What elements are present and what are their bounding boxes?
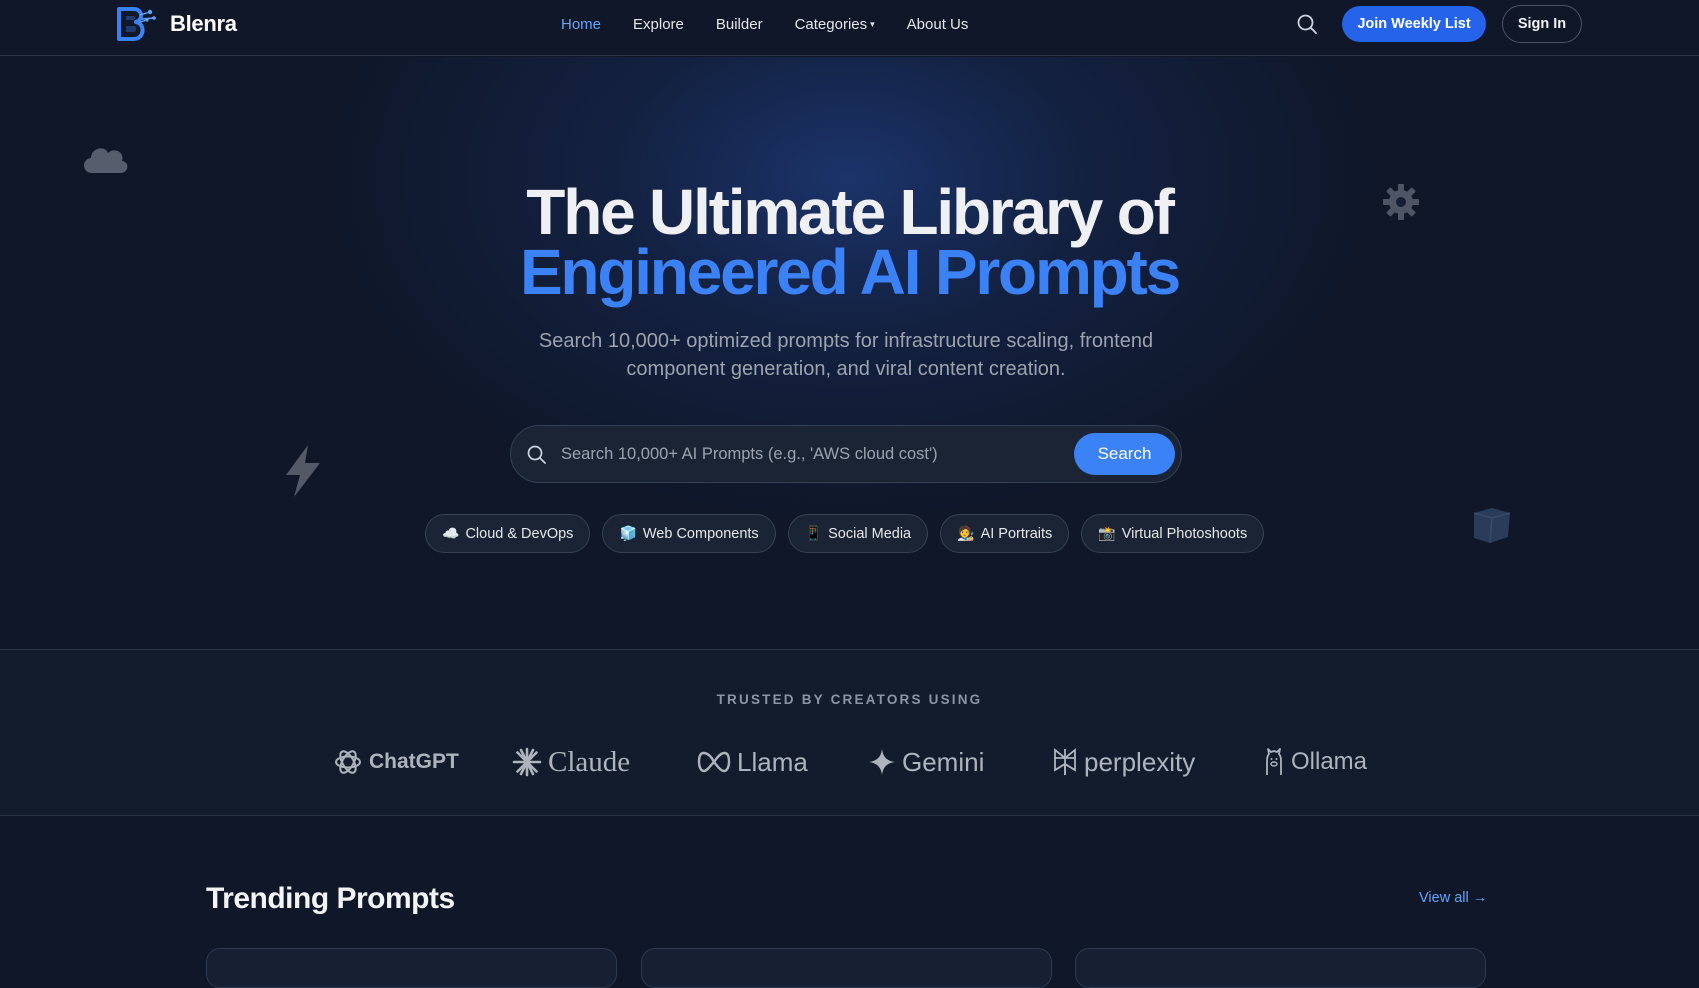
hero-title-line2: Engineered AI Prompts — [519, 236, 1181, 308]
claude-sparkle-icon — [512, 747, 542, 777]
camera-emoji-icon: 📸 — [1098, 525, 1116, 541]
nav-categories-label: Categories — [794, 15, 868, 33]
cloud-emoji-icon: ☁️ — [442, 525, 460, 541]
cloud-icon — [83, 148, 128, 173]
logo-ollama-text: Ollama — [1291, 748, 1368, 775]
logo-perplexity-text: perplexity — [1084, 746, 1196, 777]
sign-in-button[interactable]: Sign In — [1502, 5, 1582, 43]
nav-about[interactable]: About Us — [907, 16, 969, 33]
search-input[interactable] — [559, 434, 1059, 474]
hero-subtitle: Search 10,000+ optimized prompts for inf… — [538, 330, 1154, 380]
nav-builder[interactable]: Builder — [716, 16, 763, 33]
prompt-card[interactable] — [1075, 948, 1486, 988]
trusted-by-section: TRUSTED BY CREATORS USING ChatGPT Claude… — [0, 649, 1699, 816]
artist-emoji-icon: 🧑‍🎨 — [957, 525, 975, 541]
brand-logo-icon — [117, 7, 156, 41]
join-weekly-list-button[interactable]: Join Weekly List — [1342, 6, 1486, 42]
cube-icon — [1473, 508, 1511, 544]
chip-web-components[interactable]: 🧊 Web Components — [602, 514, 776, 553]
chip-ai-portraits[interactable]: 🧑‍🎨 AI Portraits — [940, 514, 1070, 553]
chip-label: Virtual Photoshoots — [1121, 525, 1248, 542]
perplexity-icon — [1054, 748, 1076, 775]
chip-virtual-photoshoots[interactable]: 📸 Virtual Photoshoots — [1081, 514, 1265, 553]
nav-explore[interactable]: Explore — [633, 16, 684, 33]
meta-infinity-icon — [697, 751, 731, 773]
logo-ollama: Ollama — [1263, 742, 1367, 782]
hero-title: The Ultimate Library of Engineered AI Pr… — [0, 176, 1699, 308]
logo-perplexity: perplexity — [1052, 742, 1195, 782]
logo-chatgpt: ChatGPT — [333, 742, 459, 782]
prompt-card[interactable] — [206, 948, 617, 988]
lightning-icon — [286, 445, 320, 497]
main-nav: Home Explore Builder Categories ▾ About U… — [561, 0, 968, 48]
logo-llama-text: Llama — [737, 746, 808, 777]
brand[interactable]: Blenra — [116, 7, 237, 41]
view-all-link[interactable]: View all → — [1419, 890, 1487, 906]
chevron-down-icon: ▾ — [870, 19, 875, 30]
logo-gemini-text: Gemini — [902, 746, 985, 777]
chip-label: Social Media — [828, 525, 912, 542]
chip-label: AI Portraits — [980, 525, 1053, 542]
chip-cloud-devops[interactable]: ☁️ Cloud & DevOps — [425, 514, 591, 553]
logo-chatgpt-text: ChatGPT — [369, 750, 459, 773]
nav-home[interactable]: Home — [561, 16, 601, 33]
chip-label: Cloud & DevOps — [465, 525, 574, 542]
cube-emoji-icon: 🧊 — [619, 525, 637, 541]
chip-social-media[interactable]: 📱 Social Media — [787, 514, 929, 553]
trending-title: Trending Prompts — [206, 882, 455, 915]
nav-categories[interactable]: Categories ▾ — [795, 16, 875, 33]
gemini-star-icon — [869, 749, 895, 775]
openai-icon — [335, 750, 361, 774]
search-button[interactable]: Search — [1074, 433, 1175, 475]
phone-emoji-icon: 📱 — [804, 525, 823, 541]
search-icon — [527, 445, 546, 464]
logo-llama: Llama — [697, 742, 808, 782]
chip-label: Web Components — [642, 525, 759, 542]
category-chips: ☁️ Cloud & DevOps 🧊 Web Components 📱 Soc… — [425, 514, 1265, 553]
logo-claude-text: Claude — [548, 745, 631, 778]
hero-title-line1: The Ultimate Library of — [526, 176, 1175, 248]
ollama-llama-icon — [1266, 748, 1282, 775]
prompt-card[interactable] — [641, 948, 1052, 988]
hero-section: The Ultimate Library of Engineered AI Pr… — [0, 57, 1699, 649]
brand-name: Blenra — [170, 11, 237, 36]
logo-strip: ChatGPT Claude Llama Gemini perplexity O… — [330, 742, 1367, 782]
trusted-title: TRUSTED BY CREATORS USING — [716, 692, 983, 707]
hero-search-bar: Search — [510, 425, 1182, 483]
top-nav: Blenra Home Explore Builder Categories ▾ … — [0, 0, 1699, 56]
logo-claude: Claude — [512, 742, 630, 782]
logo-gemini: Gemini — [868, 742, 984, 782]
search-icon[interactable] — [1296, 13, 1318, 35]
